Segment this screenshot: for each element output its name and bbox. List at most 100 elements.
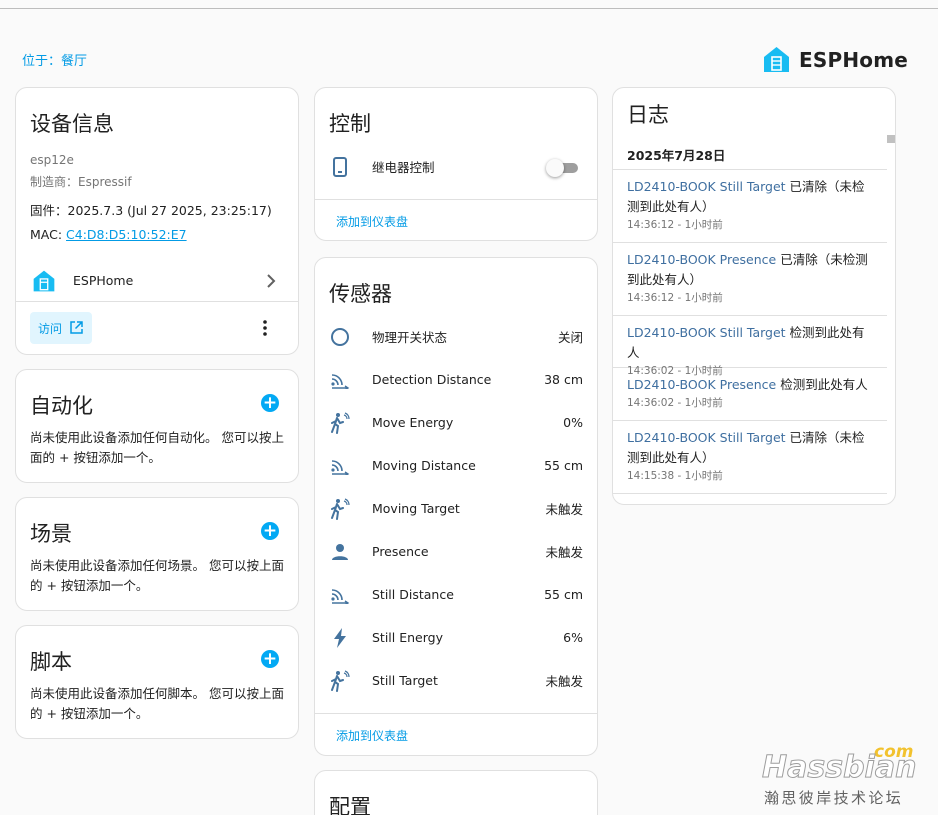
automation-card: 自动化 + 尚未使用此设备添加任何自动化。 您可以按上面的 + 按钮添加一个。 (15, 369, 299, 483)
script-card: 脚本 + 尚未使用此设备添加任何脚本。 您可以按上面的 + 按钮添加一个。 (15, 625, 299, 739)
logbook-entry: LD2410-BOOK Still Target 已清除（未检测到此处有人） 14… (613, 421, 887, 494)
config-title: 配置 (329, 795, 371, 815)
logbook-date: 2025年7月28日 (627, 148, 726, 163)
relay-control-row: 继电器控制 (315, 145, 597, 188)
area-location[interactable]: 位于：餐厅 (22, 50, 87, 69)
logbook-entity-link[interactable]: LD2410-BOOK Presence (627, 252, 776, 267)
sensor-value: 关闭 (557, 330, 583, 345)
device-model: esp12e (30, 153, 74, 167)
logbook-timestamp: 14:36:12 - 1小时前 (627, 292, 723, 304)
device-info-divider (16, 301, 298, 302)
mac-address-link[interactable]: C4:D8:D5:10:52:E7 (66, 227, 187, 242)
chevron-right-icon (267, 274, 276, 288)
watermark-slogan: 瀚思彼岸技术论坛 (764, 789, 904, 807)
script-empty-text: 尚未使用此设备添加任何脚本。 您可以按上面的 + 按钮添加一个。 (30, 686, 284, 721)
logbook-entity-link[interactable]: LD2410-BOOK Still Target (627, 179, 786, 194)
relay-label: 继电器控制 (372, 160, 435, 175)
logbook-entity-link[interactable]: LD2410-BOOK Still Target (627, 325, 786, 340)
top-divider (0, 8, 938, 9)
logbook-title: 日志 (627, 103, 669, 127)
sensor-row[interactable]: Detection Distance 38 cm (315, 358, 597, 401)
logbook-message: 检测到此处有人 (776, 377, 868, 392)
device-info-title: 设备信息 (30, 112, 114, 136)
sensor-value: 未触发 (545, 674, 583, 689)
esphome-logo-icon (764, 47, 789, 72)
logbook-entity-link[interactable]: LD2410-BOOK Presence (627, 377, 776, 392)
sensor-name: 物理开关状态 (372, 330, 448, 345)
sensor-value: 55 cm (544, 587, 583, 602)
logbook-entry: LD2410-BOOK Still Target 已清除（未检测到此处有人） 14… (613, 170, 887, 243)
signal-distance-icon (329, 455, 351, 477)
scene-title: 场景 (30, 522, 72, 546)
sensor-value: 55 cm (544, 458, 583, 473)
sensor-name: Still Distance (372, 587, 454, 602)
device-firmware: 固件：2025.7.3 (Jul 27 2025, 23:25:17) (30, 203, 272, 218)
sensor-value: 38 cm (544, 372, 583, 387)
sensors-title: 传感器 (329, 282, 392, 306)
logbook-scrollbar[interactable] (887, 135, 895, 143)
sensor-row[interactable]: Moving Distance 55 cm (315, 444, 597, 487)
motion-sensor-icon (329, 669, 351, 692)
sensor-value: 0% (563, 415, 583, 430)
cellphone-icon (329, 156, 351, 178)
sensor-name: Moving Distance (372, 458, 476, 473)
sensor-row[interactable]: Move Energy 0% (315, 401, 597, 444)
more-vert-icon[interactable] (262, 320, 268, 336)
logbook-timestamp: 14:15:38 - 1小时前 (627, 470, 723, 482)
signal-distance-icon (329, 369, 351, 391)
automation-title: 自动化 (30, 394, 93, 418)
mac-label: MAC: (30, 227, 67, 242)
logbook-entry: LD2410-BOOK Presence 已清除（未检测到此处有人） 14:36:… (613, 243, 887, 316)
add-scene-button[interactable]: + (261, 522, 279, 540)
scene-empty-text: 尚未使用此设备添加任何场景。 您可以按上面的 + 按钮添加一个。 (30, 558, 284, 593)
account-icon (329, 541, 351, 563)
brand-name: ESPHome (799, 47, 909, 72)
sensor-row[interactable]: Still Energy 6% (315, 616, 597, 659)
logbook-timestamp: 14:36:02 - 1小时前 (627, 397, 723, 409)
logbook-card: 日志 2025年7月28日 LD2410-BOOK Still Target 已… (612, 87, 896, 505)
sensor-row[interactable]: 物理开关状态 关闭 (315, 315, 597, 358)
controls-title: 控制 (329, 112, 371, 136)
integration-row[interactable]: ESPHome (16, 260, 298, 300)
add-automation-button[interactable]: + (261, 394, 279, 412)
sensor-name: Still Target (372, 673, 438, 688)
logbook-entry-text: LD2410-BOOK Presence 已清除（未检测到此处有人） (627, 250, 873, 290)
sensor-row[interactable]: Presence 未触发 (315, 530, 597, 573)
sensors-add-to-dashboard[interactable]: 添加到仪表盘 (336, 727, 408, 744)
signal-distance-icon (329, 584, 351, 606)
add-script-button[interactable]: + (261, 650, 279, 668)
config-card: 配置 (314, 770, 598, 815)
sensor-row[interactable]: Still Target 未触发 (315, 659, 597, 702)
script-title: 脚本 (30, 650, 72, 674)
visit-label: 访问 (38, 322, 63, 336)
sensors-card: 传感器 物理开关状态 关闭 Detection Distance 38 cm Move … (314, 257, 598, 756)
sensor-name: Move Energy (372, 415, 454, 430)
device-info-card: 设备信息 esp12e 制造商：Espressif 固件：2025.7.3 (J… (15, 87, 299, 355)
logbook-entry-text: LD2410-BOOK Still Target 已清除（未检测到此处有人） (627, 177, 873, 217)
sensor-value: 6% (563, 630, 583, 645)
sensor-value: 未触发 (545, 545, 583, 560)
scene-card: 场景 + 尚未使用此设备添加任何场景。 您可以按上面的 + 按钮添加一个。 (15, 497, 299, 611)
controls-divider (315, 199, 597, 200)
esphome-integration-icon (33, 270, 55, 292)
sensor-row[interactable]: Moving Target 未触发 (315, 487, 597, 530)
sensor-value: 未触发 (545, 502, 583, 517)
sensor-row[interactable]: Still Distance 55 cm (315, 573, 597, 616)
flash-icon (329, 627, 351, 649)
logbook-entry: LD2410-BOOK Still Target 检测到此处有人 14:36:02… (613, 316, 887, 377)
controls-card: 控制 继电器控制 添加到仪表盘 (314, 87, 598, 241)
integration-name: ESPHome (73, 273, 134, 288)
sensor-name: Detection Distance (372, 372, 492, 387)
visit-button[interactable]: 访问 (30, 312, 92, 344)
logbook-entry-text: LD2410-BOOK Still Target 检测到此处有人 (627, 323, 873, 363)
esphome-brand: ESPHome (762, 45, 908, 74)
open-in-new-icon (70, 321, 83, 334)
controls-add-to-dashboard[interactable]: 添加到仪表盘 (336, 213, 408, 230)
logbook-entity-link[interactable]: LD2410-BOOK Still Target (627, 430, 786, 445)
relay-toggle[interactable] (546, 158, 578, 177)
logbook-entry-text: LD2410-BOOK Presence 检测到此处有人 (627, 375, 873, 395)
device-mac-row: MAC: C4:D8:D5:10:52:E7 (30, 227, 187, 242)
watermark-site: Hassbian (761, 750, 917, 786)
sensor-name: Moving Target (372, 501, 460, 516)
circle-outline-icon (329, 326, 351, 348)
